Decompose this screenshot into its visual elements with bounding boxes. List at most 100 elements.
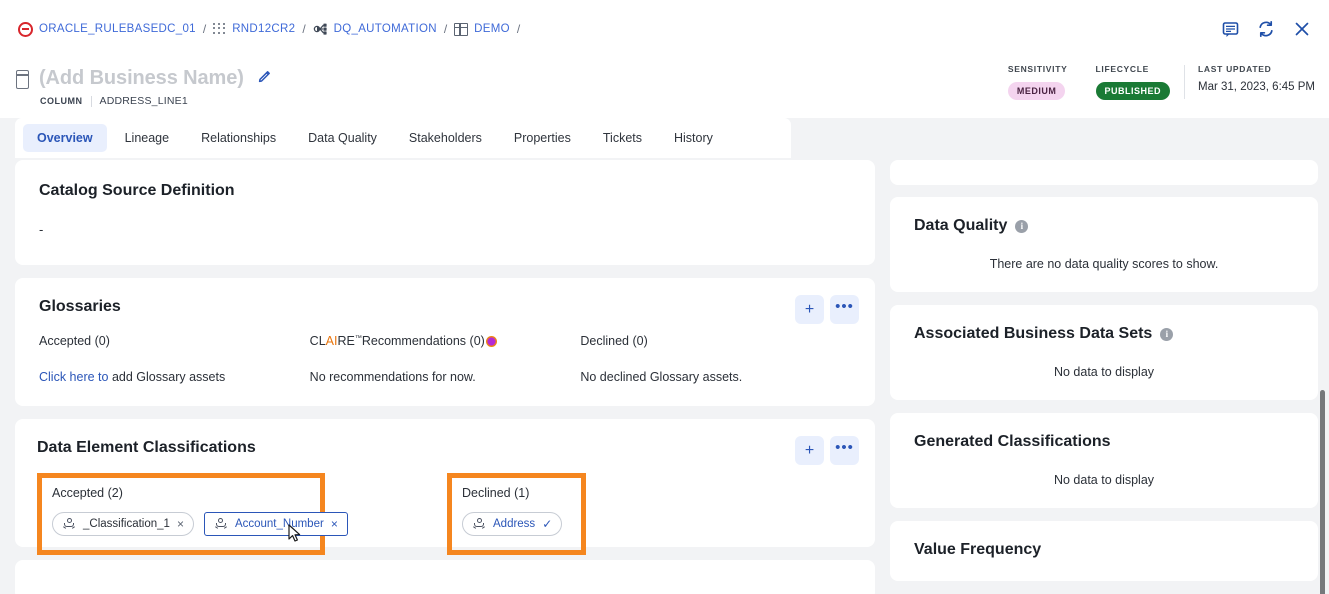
generated-classifications-title: Generated Classifications xyxy=(914,433,1111,450)
glossaries-more-button[interactable]: ••• xyxy=(830,295,859,324)
card-body: Glossaries Accepted (0) Click here to ad… xyxy=(15,278,875,406)
claire-prefix: CL xyxy=(309,334,326,348)
classification-icon xyxy=(62,517,76,531)
classification-icon xyxy=(214,517,228,531)
comments-button[interactable] xyxy=(1215,14,1245,44)
card-title: Catalog Source Definition xyxy=(39,182,235,199)
page-title: (Add Business Name) xyxy=(39,67,244,89)
classification-chip[interactable]: Address ✓ xyxy=(462,512,563,536)
tab-data-quality[interactable]: Data Quality xyxy=(294,124,391,152)
catalog-source-value: - xyxy=(39,222,44,237)
breadcrumb-separator: / xyxy=(443,22,448,36)
refresh-button[interactable] xyxy=(1251,14,1281,44)
breadcrumb-item-rnd12cr2[interactable]: RND12CR2 xyxy=(213,22,296,36)
breadcrumb: ORACLE_RULEBASEDC_01 / RND12CR2 / DQ_AUT… xyxy=(0,21,527,37)
declined-chips: Address ✓ xyxy=(462,512,571,536)
card-title: Associated Business Data Sets i xyxy=(914,325,1294,343)
right-column: Data Quality i There are no data quality… xyxy=(890,160,1318,594)
subtitle-divider xyxy=(90,95,92,107)
tab-history[interactable]: History xyxy=(660,124,727,152)
chip-label: Account_Number xyxy=(234,518,324,530)
card-body: Data Element Classifications Accepted (2… xyxy=(15,419,875,577)
info-icon[interactable]: i xyxy=(1015,219,1029,233)
breadcrumb-label: DQ_AUTOMATION xyxy=(333,23,437,35)
tab-tickets[interactable]: Tickets xyxy=(589,124,656,152)
glossaries-card-actions: + ••• xyxy=(795,295,859,324)
glossaries-card: Glossaries Accepted (0) Click here to ad… xyxy=(15,278,875,406)
tab-bar: Overview Lineage Relationships Data Qual… xyxy=(15,118,791,158)
classification-icon xyxy=(472,517,486,531)
info-icon[interactable]: i xyxy=(1160,327,1174,341)
tab-overview[interactable]: Overview xyxy=(23,124,107,152)
card-title: Data Quality i xyxy=(914,217,1294,235)
data-quality-card: Data Quality i There are no data quality… xyxy=(890,197,1318,292)
status-badge-sensitivity: MEDIUM xyxy=(1007,82,1066,100)
associated-bds-empty: No data to display xyxy=(1053,365,1155,379)
glossaries-accepted-head: Accepted (0) xyxy=(39,334,110,348)
breadcrumb-item-dq-automation[interactable]: DQ_AUTOMATION xyxy=(313,22,437,36)
tab-stakeholders[interactable]: Stakeholders xyxy=(395,124,496,152)
breadcrumb-item-oracle[interactable]: ORACLE_RULEBASEDC_01 xyxy=(18,21,196,37)
glossaries-recommendations: CLAIRE™ Recommendations (0) No recommend… xyxy=(310,334,581,384)
classifications-more-button[interactable]: ••• xyxy=(830,436,859,465)
meta-label: LIFECYCLE xyxy=(1095,64,1150,74)
chip-remove-icon[interactable]: × xyxy=(177,517,184,531)
chip-remove-icon[interactable]: × xyxy=(331,517,338,531)
classification-columns: Accepted (2) _Classification_1 × Account… xyxy=(37,473,851,555)
glossaries-recommendations-head: CLAIRE™ Recommendations (0) xyxy=(310,334,581,348)
asset-type-label: COLUMN xyxy=(40,96,83,106)
chip-label: _Classification_1 xyxy=(83,518,170,530)
tab-lineage[interactable]: Lineage xyxy=(111,124,184,152)
glossaries-accepted: Accepted (0) Click here to add Glossary … xyxy=(39,334,310,384)
top-partial-card xyxy=(890,160,1318,185)
breadcrumb-item-demo[interactable]: DEMO xyxy=(454,22,510,36)
column-icon xyxy=(16,69,29,89)
classification-chip[interactable]: _Classification_1 × xyxy=(52,512,194,536)
glossaries-recommendations-body: No recommendations for now. xyxy=(309,370,476,384)
grid-dots-icon xyxy=(213,22,226,36)
declined-classifications-highlight: Declined (1) Address ✓ xyxy=(447,473,586,555)
mouse-cursor xyxy=(288,524,302,544)
close-button[interactable] xyxy=(1287,14,1317,44)
claire-suffix: RE xyxy=(337,334,355,348)
asset-name: ADDRESS_LINE1 xyxy=(99,95,188,107)
breadcrumb-label: DEMO xyxy=(474,23,510,35)
accepted-classifications-highlight: Accepted (2) _Classification_1 × Account… xyxy=(37,473,348,555)
add-glossary-assets-link[interactable]: Click here to xyxy=(39,370,108,384)
data-quality-title: Data Quality xyxy=(914,217,1008,234)
generated-classifications-card: Generated Classifications No data to dis… xyxy=(890,413,1318,508)
tab-properties[interactable]: Properties xyxy=(500,124,585,152)
declined-head: Declined (1) xyxy=(462,486,530,500)
glossaries-declined: Declined (0) No declined Glossary assets… xyxy=(580,334,851,384)
meta-lifecycle: LIFECYCLE PUBLISHED xyxy=(1082,64,1185,100)
vertical-scrollbar[interactable] xyxy=(1320,390,1325,594)
recommendations-label: Recommendations (0) xyxy=(361,334,485,348)
meta-last-updated: LAST UPDATED Mar 31, 2023, 6:45 PM xyxy=(1184,64,1329,99)
classification-chip[interactable]: Account_Number × xyxy=(203,512,348,536)
claire-wordmark: CLAIRE™ xyxy=(310,334,362,348)
chip-accept-icon[interactable]: ✓ xyxy=(542,517,552,531)
data-element-classifications-card: Data Element Classifications Accepted (2… xyxy=(15,419,875,555)
refresh-icon xyxy=(1257,20,1275,38)
glossaries-accepted-body: Click here to add Glossary assets xyxy=(39,370,310,384)
pencil-icon xyxy=(258,69,272,88)
add-classification-button[interactable]: + xyxy=(795,436,824,465)
value-frequency-title: Value Frequency xyxy=(914,541,1042,558)
breadcrumb-label: RND12CR2 xyxy=(232,23,296,35)
asset-meta: SENSITIVITY MEDIUM LIFECYCLE PUBLISHED L… xyxy=(994,64,1329,100)
oracle-icon xyxy=(18,21,33,37)
close-icon xyxy=(1294,21,1310,37)
classifications-card-actions: + ••• xyxy=(795,436,859,465)
meta-sensitivity: SENSITIVITY MEDIUM xyxy=(994,64,1082,100)
accepted-chips: _Classification_1 × Account_Number × xyxy=(52,512,348,536)
tab-relationships[interactable]: Relationships xyxy=(187,124,290,152)
comments-icon xyxy=(1222,21,1239,38)
edit-business-name-button[interactable] xyxy=(252,66,278,91)
glossaries-columns: Accepted (0) Click here to add Glossary … xyxy=(39,334,851,384)
catalog-source-definition-card: Catalog Source Definition - xyxy=(15,160,875,265)
card-title: Value Frequency xyxy=(914,541,1294,559)
table-icon xyxy=(454,22,469,36)
meta-label: LAST UPDATED xyxy=(1198,64,1272,74)
top-breadcrumb-bar: ORACLE_RULEBASEDC_01 / RND12CR2 / DQ_AUT… xyxy=(0,0,1329,58)
add-glossary-button[interactable]: + xyxy=(795,295,824,324)
